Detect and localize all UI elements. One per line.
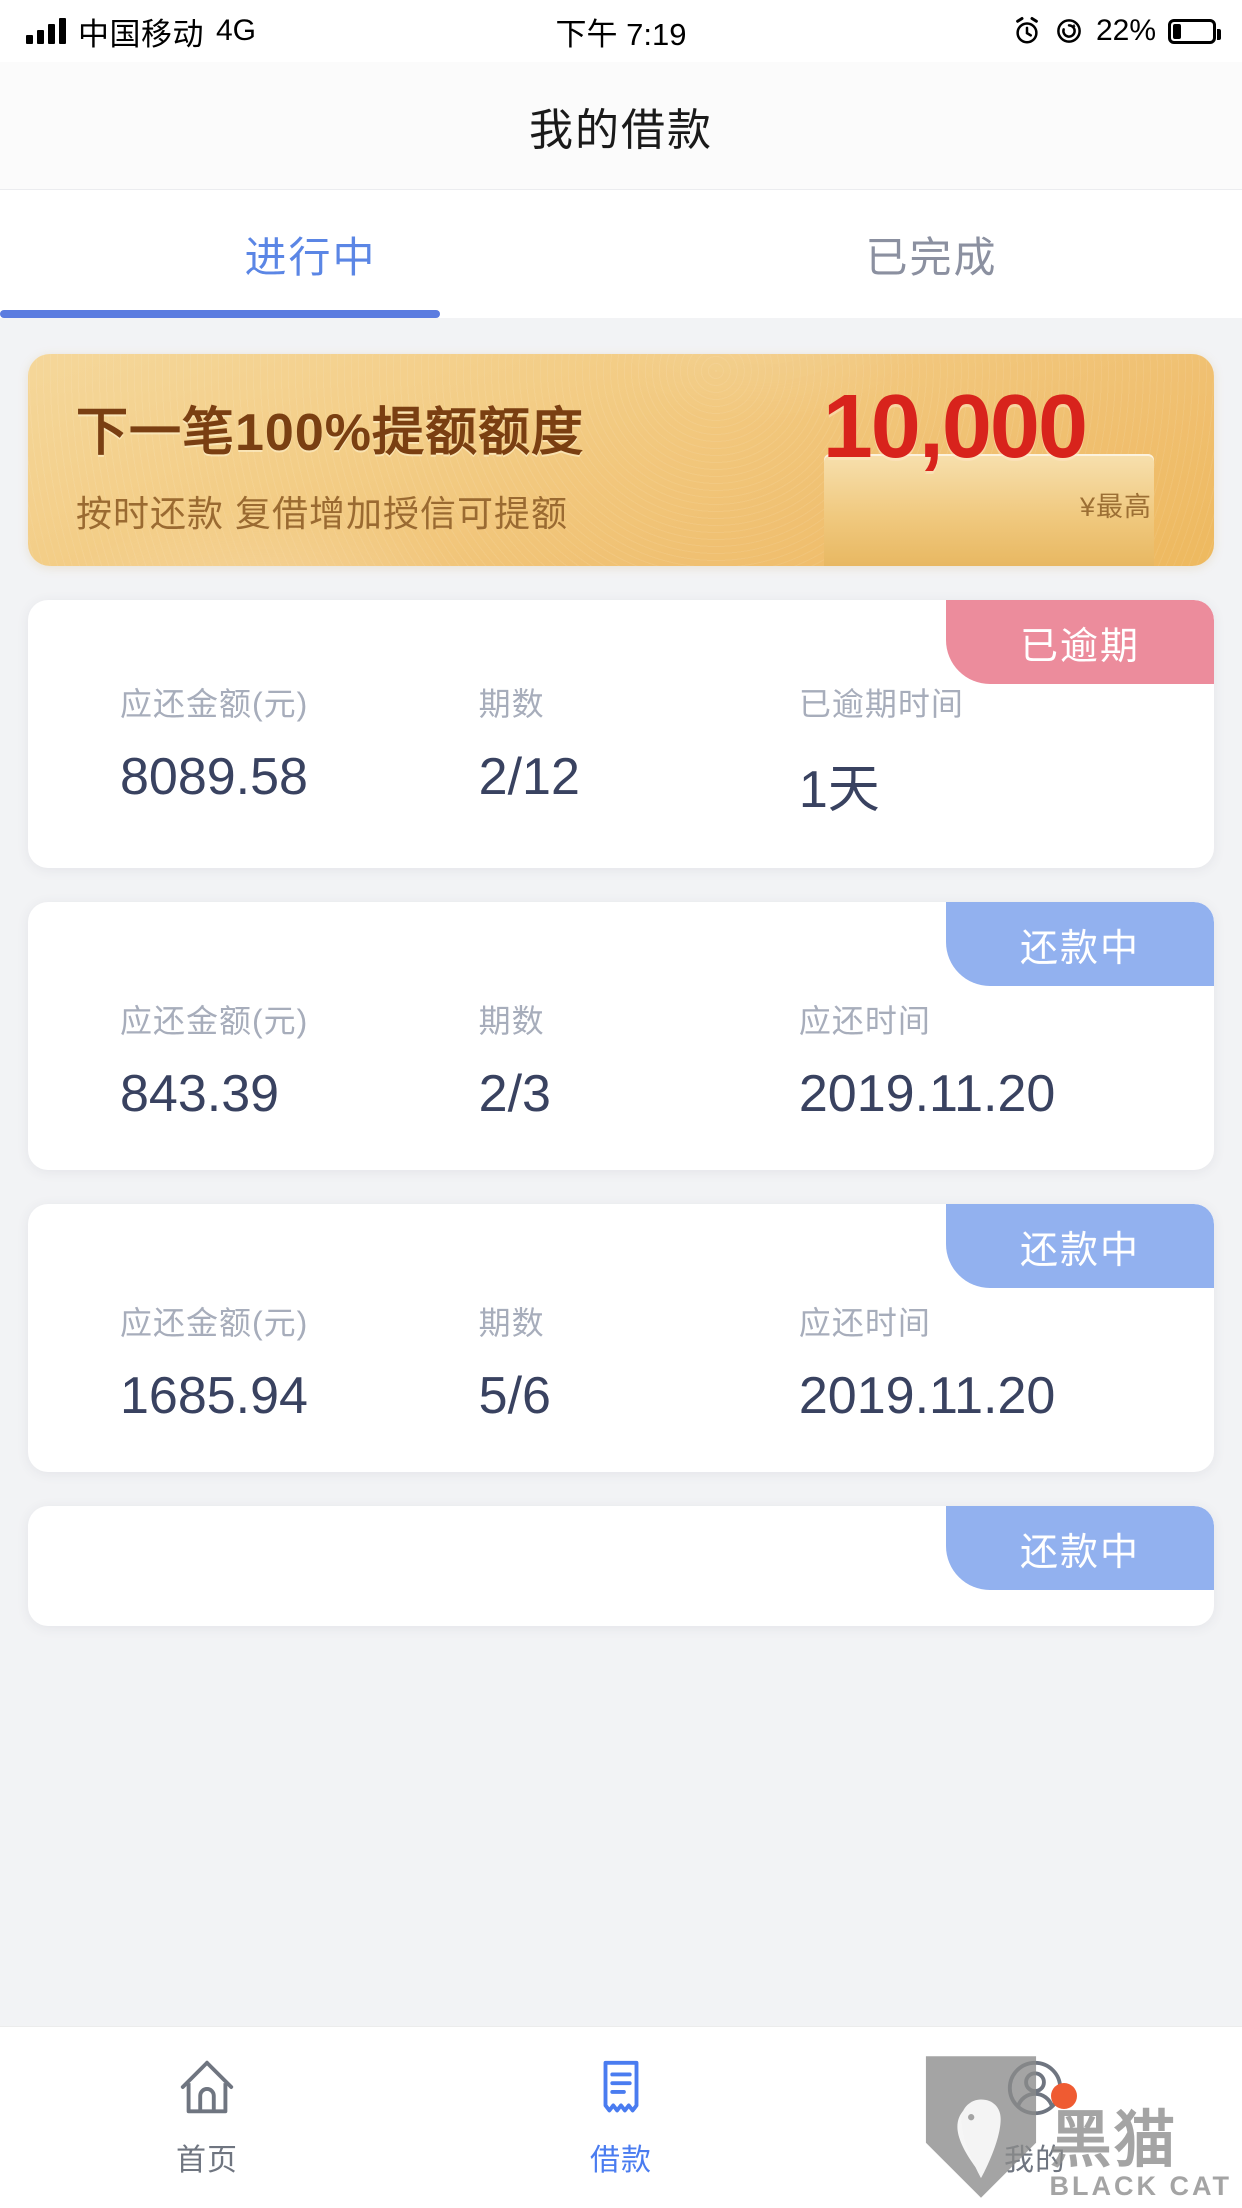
page-title: 我的借款: [529, 105, 713, 155]
bottom-nav-label-mine: 我的: [1004, 2143, 1066, 2177]
status-badge: 已逾期: [946, 600, 1214, 684]
loan-amount-column: 应还金额(元) 843.39: [28, 996, 479, 1124]
loan-amount-label: 应还金额(元): [120, 686, 309, 722]
page-header: 我的借款: [0, 62, 1242, 190]
banner-text-group: 下一笔100%提额额度 按时还款 复借增加授信可提额: [76, 390, 584, 537]
status-bar-right: 22%: [1012, 14, 1221, 48]
loan-card[interactable]: 还款中: [28, 1506, 1214, 1626]
loan-period-value: 2/12: [478, 748, 580, 806]
banner-amount: 10,000: [822, 377, 1088, 477]
bottom-nav-item-mine[interactable]: 我的: [828, 2057, 1242, 2179]
battery-icon: [1168, 18, 1221, 44]
loan-amount-value: 843.39: [120, 1065, 280, 1123]
status-badge: 还款中: [946, 1204, 1214, 1288]
rotation-lock-icon: [1057, 19, 1081, 43]
loan-period-label: 期数: [478, 1305, 545, 1341]
tab-in-progress[interactable]: 进行中: [0, 190, 621, 318]
tab-completed[interactable]: 已完成: [621, 190, 1242, 318]
loan-card-body: 应还金额(元) 8089.58 期数 2/12 已逾期时间 1天: [28, 679, 1214, 822]
loan-date-value: 1天: [798, 761, 880, 819]
network-type-label: 4G: [216, 14, 257, 47]
notification-badge-dot: [1051, 2082, 1077, 2109]
loan-card[interactable]: 已逾期 应还金额(元) 8089.58 期数 2/12 已逾期时间 1天: [28, 600, 1214, 868]
loan-amount-value: 1685.94: [120, 1367, 308, 1425]
banner-subtitle: 按时还款 复借增加授信可提额: [76, 493, 569, 534]
banner-amount-note: ¥最高: [1079, 492, 1152, 522]
status-badge: 还款中: [946, 902, 1214, 986]
loan-period-column: 期数 2/12: [479, 679, 799, 822]
loan-period-label: 期数: [478, 686, 545, 722]
bottom-nav-item-loan[interactable]: 借款: [414, 2057, 828, 2179]
status-badge: 还款中: [946, 1506, 1214, 1590]
loan-date-label: 应还时间: [798, 1305, 931, 1341]
loan-date-label: 已逾期时间: [798, 686, 964, 722]
signal-icon: [26, 18, 66, 44]
alarm-icon: [1016, 17, 1038, 44]
banner-title: 下一笔100%提额额度: [76, 404, 584, 462]
loan-period-value: 5/6: [478, 1367, 551, 1425]
loan-amount-label: 应还金额(元): [120, 1305, 309, 1341]
bottom-nav-label-home: 首页: [176, 2143, 238, 2177]
status-bar: 中国移动 4G 下午 7:19 22%: [0, 0, 1242, 62]
loan-date-column: 应还时间 2019.11.20: [799, 1298, 1214, 1426]
loan-date-label: 应还时间: [798, 1003, 931, 1039]
loan-card-body: 应还金额(元) 1685.94 期数 5/6 应还时间 2019.11.20: [28, 1298, 1214, 1426]
loan-card-body: 应还金额(元) 843.39 期数 2/3 应还时间 2019.11.20: [28, 996, 1214, 1124]
loan-list-scroll-area[interactable]: 下一笔100%提额额度 按时还款 复借增加授信可提额 10,000 ¥最高 已逾…: [0, 320, 1242, 2026]
loan-date-column: 已逾期时间 1天: [799, 679, 1214, 822]
status-bar-left: 中国移动 4G: [26, 9, 256, 54]
loan-card[interactable]: 还款中 应还金额(元) 1685.94 期数 5/6 应还时间 2019.11.…: [28, 1204, 1214, 1472]
loan-card[interactable]: 还款中 应还金额(元) 843.39 期数 2/3 应还时间 2019.11.2…: [28, 902, 1214, 1170]
loan-date-column: 应还时间 2019.11.20: [799, 996, 1214, 1124]
loan-amount-column: 应还金额(元) 8089.58: [28, 679, 479, 822]
loan-date-value: 2019.11.20: [798, 1367, 1056, 1425]
loan-period-column: 期数 5/6: [479, 1298, 799, 1426]
battery-percent-label: 22%: [1095, 14, 1156, 47]
bottom-nav-label-loan: 借款: [590, 2143, 652, 2177]
bottom-nav-item-home[interactable]: 首页: [0, 2057, 414, 2179]
receipt-icon: [603, 2060, 639, 2112]
promo-banner[interactable]: 下一笔100%提额额度 按时还款 复借增加授信可提额 10,000 ¥最高: [28, 354, 1214, 566]
loan-period-value: 2/3: [478, 1065, 551, 1123]
loan-amount-value: 8089.58: [120, 748, 308, 806]
loan-period-column: 期数 2/3: [479, 996, 799, 1124]
tab-active-indicator: [0, 310, 440, 318]
bottom-navigation-bar: 首页 借款 我的: [0, 2026, 1242, 2208]
carrier-label: 中国移动: [78, 16, 204, 52]
home-icon: [180, 2060, 234, 2113]
loan-amount-column: 应还金额(元) 1685.94: [28, 1298, 479, 1426]
tab-bar: 进行中 已完成: [0, 190, 1242, 318]
loan-amount-label: 应还金额(元): [120, 1003, 309, 1039]
loan-period-label: 期数: [478, 1003, 545, 1039]
loan-date-value: 2019.11.20: [798, 1065, 1056, 1123]
